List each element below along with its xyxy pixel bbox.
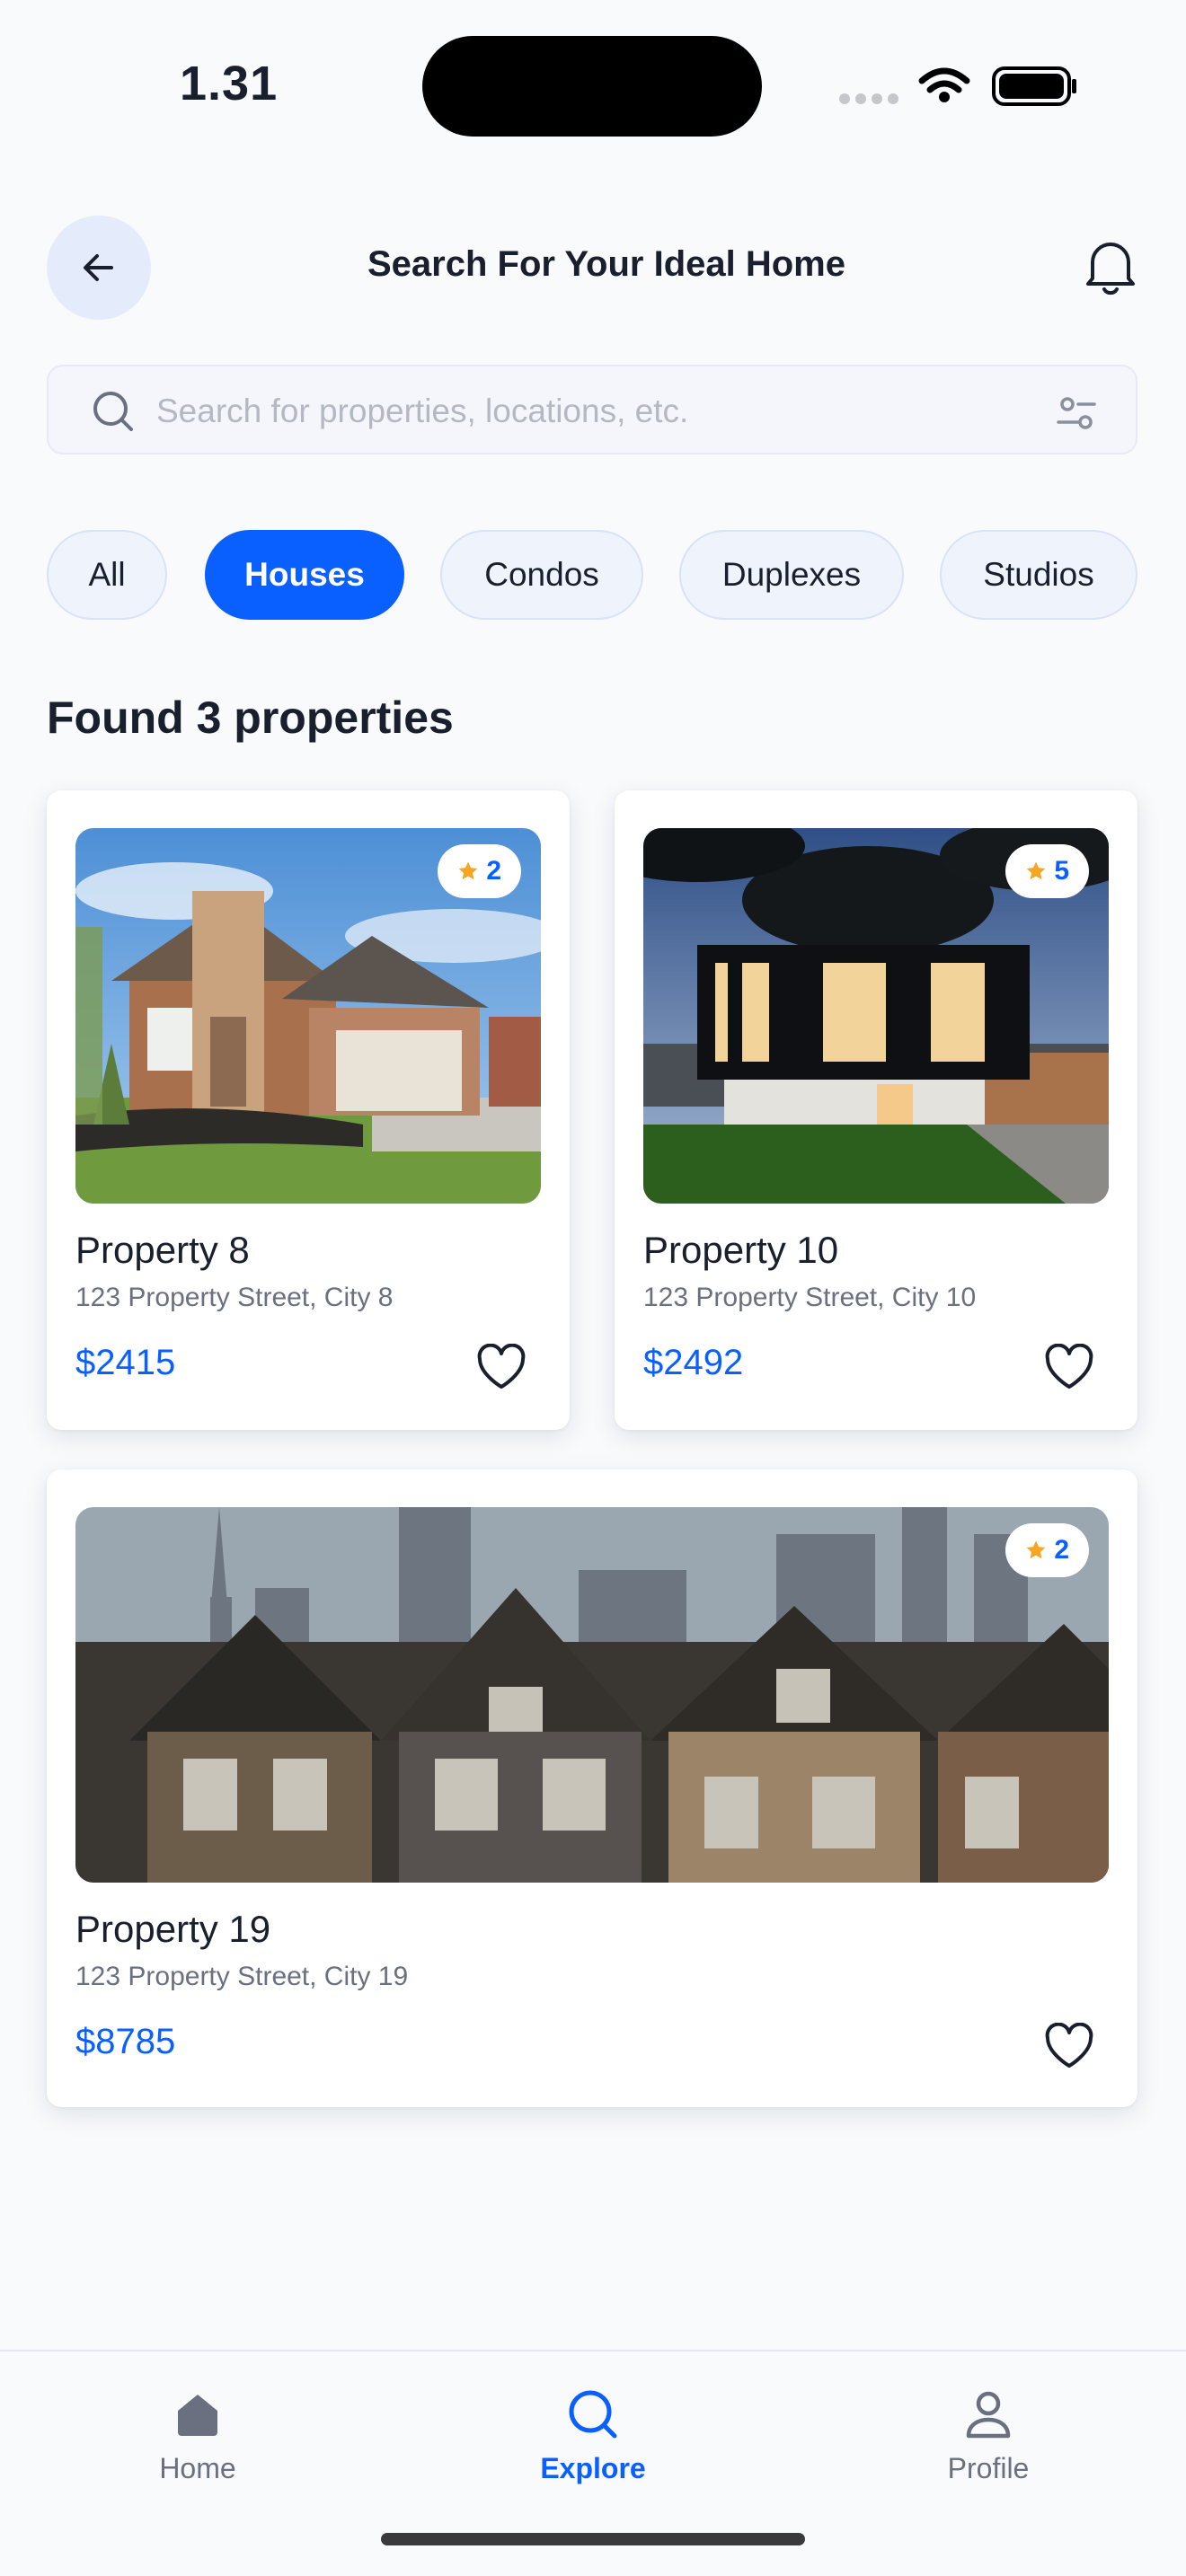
chip-condos[interactable]: Condos — [440, 530, 643, 620]
chip-label: Duplexes — [721, 556, 862, 593]
property-photo: 2 — [75, 828, 541, 1204]
sliders-icon[interactable] — [1055, 392, 1098, 435]
status-bar: 1.31 — [0, 0, 1186, 171]
chip-label: Studios — [983, 556, 1094, 593]
heart-icon[interactable] — [1044, 1344, 1094, 1390]
property-card[interactable]: 2 Property 19 123 Property Street, City … — [47, 1469, 1137, 2107]
signal-icon — [839, 93, 898, 104]
results-heading: Found 3 properties — [47, 693, 454, 743]
nav-label: Home — [159, 2452, 236, 2484]
rating-value: 2 — [486, 856, 501, 886]
property-photo: 5 — [643, 828, 1109, 1204]
nav-label: Profile — [947, 2452, 1030, 2484]
property-card[interactable]: 2 Property 8 123 Property Street, City 8… — [47, 790, 570, 1430]
property-photo: 2 — [75, 1507, 1109, 1883]
nav-home[interactable]: Home — [90, 2387, 305, 2504]
rating-value: 5 — [1054, 856, 1069, 886]
search-input[interactable] — [156, 388, 965, 435]
battery-icon — [992, 66, 1076, 106]
nav-label: Explore — [540, 2452, 646, 2484]
chip-all[interactable]: All — [47, 530, 167, 620]
property-price: $2492 — [643, 1343, 744, 1382]
user-icon — [966, 2391, 1011, 2439]
rating-badge: 2 — [1005, 1523, 1089, 1577]
home-indicator[interactable] — [381, 2533, 805, 2545]
rating-value: 2 — [1054, 1535, 1069, 1565]
heart-icon[interactable] — [1044, 2023, 1094, 2069]
chip-label: All — [88, 556, 126, 593]
property-card[interactable]: 5 Property 10 123 Property Street, City … — [615, 790, 1137, 1430]
star-icon — [459, 861, 478, 880]
search-bar[interactable] — [47, 365, 1137, 454]
property-name: Property 10 — [643, 1229, 839, 1271]
property-price: $2415 — [75, 1343, 176, 1382]
dynamic-island — [422, 36, 762, 137]
wifi-icon — [918, 67, 970, 93]
heart-icon[interactable] — [476, 1344, 527, 1390]
star-icon — [1027, 1540, 1046, 1559]
chip-studios[interactable]: Studios — [940, 530, 1137, 620]
home-icon — [178, 2395, 217, 2436]
property-address: 123 Property Street, City 8 — [75, 1283, 394, 1312]
chip-label: Condos — [484, 556, 599, 593]
property-address: 123 Property Street, City 10 — [643, 1283, 977, 1312]
property-price: $8785 — [75, 2022, 176, 2061]
property-address: 123 Property Street, City 19 — [75, 1962, 409, 1991]
property-name: Property 8 — [75, 1229, 250, 1271]
search-icon — [93, 392, 133, 431]
search-icon — [569, 2390, 617, 2439]
page-title: Search For Your Ideal Home — [367, 244, 845, 284]
status-time: 1.31 — [180, 57, 279, 110]
bell-icon[interactable] — [1082, 235, 1139, 298]
property-name: Property 19 — [75, 1908, 271, 1950]
chip-label: Houses — [244, 556, 365, 593]
chip-duplexes[interactable]: Duplexes — [679, 530, 904, 620]
nav-explore[interactable]: Explore — [485, 2387, 701, 2504]
star-icon — [1027, 861, 1046, 880]
chip-houses[interactable]: Houses — [205, 530, 404, 620]
nav-profile[interactable]: Profile — [881, 2387, 1096, 2504]
rating-badge: 2 — [438, 844, 521, 898]
status-icons — [839, 66, 1076, 106]
rating-badge: 5 — [1005, 844, 1089, 898]
